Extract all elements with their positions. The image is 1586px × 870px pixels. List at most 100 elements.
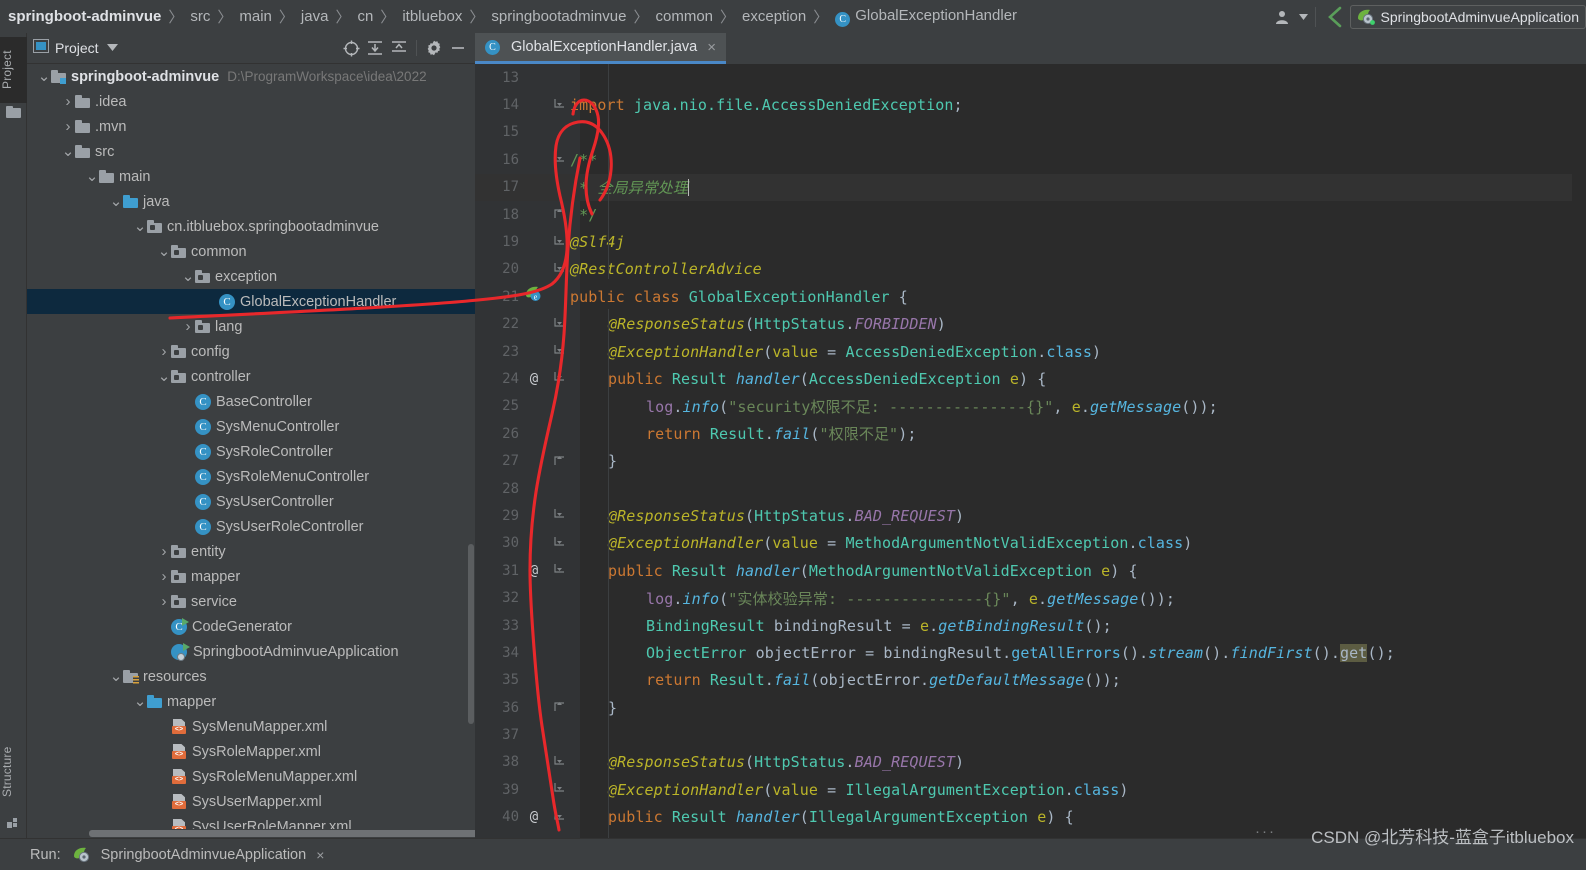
fold-start-marker[interactable] [553, 508, 565, 523]
project-tree-vscrollbar[interactable] [467, 64, 475, 838]
tree-item[interactable]: SpringbootAdminvueApplication [27, 639, 475, 664]
tree-item[interactable]: ⌄ cn.itbluebox.springbootadminvue [27, 214, 475, 239]
chevron-right-icon[interactable]: › [157, 568, 171, 585]
code-view[interactable]: 13 14 import java.nio.file.AccessDeniedExc… [475, 64, 1586, 838]
fold-start-marker[interactable] [553, 563, 565, 578]
code-line[interactable]: 36} [475, 694, 1586, 721]
code-line[interactable]: 35 return Result.fail(objectError.getDefa… [475, 667, 1586, 694]
sidebar-tab-project[interactable]: Project [0, 37, 27, 103]
chevron-down-icon[interactable] [1297, 0, 1311, 33]
tree-item[interactable]: › .mvn [27, 114, 475, 139]
code-line[interactable]: 14 import java.nio.file.AccessDeniedExcep… [475, 91, 1586, 118]
code-line[interactable]: 34 ObjectError objectError = bindingResul… [475, 639, 1586, 666]
override-annotation-icon[interactable]: @ [523, 809, 545, 825]
code-line[interactable]: 23 @ExceptionHandler(value = AccessDenied… [475, 338, 1586, 365]
breadcrumb-item-itbluebox[interactable]: itbluebox [402, 8, 462, 26]
code-line[interactable]: 13 [475, 64, 1586, 91]
chevron-down-icon[interactable]: ⌄ [157, 244, 171, 259]
code-line[interactable]: 26 return Result.fail("权限不足"); [475, 420, 1586, 447]
spring-bean-icon[interactable]: e [523, 286, 545, 307]
tree-item[interactable]: › config [27, 339, 475, 364]
tree-item[interactable]: ⌄ exception [27, 264, 475, 289]
fold-start-marker[interactable] [553, 344, 565, 359]
tree-item[interactable]: C CodeGenerator [27, 614, 475, 639]
fold-end-marker[interactable] [553, 454, 565, 469]
code-line[interactable]: 17 * 全局异常处理 [475, 173, 1586, 201]
back-arrow-icon[interactable] [1320, 0, 1350, 33]
tree-item[interactable]: ⌄ common [27, 239, 475, 264]
settings-gear-icon[interactable] [423, 37, 445, 59]
project-tree[interactable]: ⌄ springboot-adminvue D:\ProgramWorkspace\… [27, 63, 475, 838]
breadcrumb-item-main[interactable]: main [239, 8, 272, 26]
fold-start-marker[interactable] [553, 317, 565, 332]
tree-item-selected[interactable]: C GlobalExceptionHandler [27, 289, 475, 314]
breadcrumb-item-common[interactable]: common [655, 8, 713, 26]
code-line[interactable]: 24 @ public Result handler(AccessDeniedExc… [475, 365, 1586, 392]
tree-item[interactable]: C BaseController [27, 389, 475, 414]
fold-start-marker[interactable] [553, 536, 565, 551]
chevron-down-icon[interactable]: ⌄ [133, 694, 147, 709]
tree-item[interactable]: ⌄ springboot-adminvue D:\ProgramWorkspace\… [27, 64, 475, 89]
chevron-right-icon[interactable]: › [61, 93, 75, 110]
run-configuration-widget[interactable]: SpringbootAdminvueApplication [1349, 4, 1586, 29]
chevron-down-icon[interactable] [106, 43, 118, 53]
breadcrumb-item-java[interactable]: java [301, 8, 329, 26]
fold-start-marker[interactable] [553, 235, 565, 250]
tree-item[interactable]: › .idea [27, 89, 475, 114]
fold-start-marker[interactable] [553, 98, 565, 113]
close-icon[interactable]: × [707, 39, 716, 56]
expand-all-icon[interactable] [364, 37, 386, 59]
code-line[interactable]: 15 [475, 119, 1586, 146]
breadcrumb-item-springboot-adminvue[interactable]: springboot-adminvue [8, 8, 161, 26]
code-line[interactable]: 25 log.info("security权限不足: --------------… [475, 393, 1586, 420]
code-line[interactable]: 29 @ResponseStatus(HttpStatus.BAD_REQUEST… [475, 502, 1586, 529]
fold-end-marker[interactable] [553, 700, 565, 715]
chevron-down-icon[interactable]: ⌄ [61, 144, 75, 159]
tree-item[interactable]: ⌄ mapper [27, 689, 475, 714]
code-line[interactable]: 32 log.info("实体校验异常: ---------------{}", … [475, 584, 1586, 611]
code-line[interactable]: 30 @ExceptionHandler(value = MethodArgume… [475, 530, 1586, 557]
tree-item[interactable]: ⌄ java [27, 189, 475, 214]
tree-item[interactable]: <> SysRoleMenuMapper.xml [27, 764, 475, 789]
tree-item[interactable]: › entity [27, 539, 475, 564]
chevron-right-icon[interactable]: › [157, 543, 171, 560]
chevron-right-icon[interactable]: › [61, 118, 75, 135]
tree-item[interactable]: › lang [27, 314, 475, 339]
chevron-down-icon[interactable]: ⌄ [85, 169, 99, 184]
tree-item[interactable]: <> SysRoleMapper.xml [27, 739, 475, 764]
close-icon[interactable]: × [316, 847, 324, 863]
tree-item[interactable]: ⌄ resources [27, 664, 475, 689]
tree-item[interactable]: <> SysUserMapper.xml [27, 789, 475, 814]
code-line[interactable]: 16 /** [475, 146, 1586, 173]
override-annotation-icon[interactable]: @ [523, 371, 545, 387]
run-tab-label[interactable]: SpringbootAdminvueApplication [101, 847, 307, 863]
collapse-all-icon[interactable] [388, 37, 410, 59]
breadcrumb-item-src[interactable]: src [190, 8, 210, 26]
code-line[interactable]: 33 BindingResult bindingResult = e.getBin… [475, 612, 1586, 639]
chevron-right-icon[interactable]: › [157, 593, 171, 610]
chevron-down-icon[interactable]: ⌄ [133, 219, 147, 234]
chevron-down-icon[interactable]: ⌄ [109, 194, 123, 209]
breadcrumb-item-cn[interactable]: cn [357, 8, 373, 26]
fold-end-marker[interactable] [553, 207, 565, 222]
breadcrumb-item-exception[interactable]: exception [742, 8, 806, 26]
chevron-down-icon[interactable]: ⌄ [37, 69, 51, 84]
tree-item[interactable]: › mapper [27, 564, 475, 589]
code-line[interactable]: 22 @ResponseStatus(HttpStatus.FORBIDDEN) [475, 311, 1586, 338]
fold-start-marker[interactable] [553, 782, 565, 797]
chevron-right-icon[interactable]: › [157, 343, 171, 360]
fold-start-marker[interactable] [553, 810, 565, 825]
breadcrumb-item-globalexceptionhandler[interactable]: C GlobalExceptionHandler [835, 7, 1017, 27]
code-line[interactable]: 28 [475, 475, 1586, 502]
chevron-right-icon[interactable]: › [181, 318, 195, 335]
project-tree-hscrollbar[interactable] [27, 829, 475, 838]
code-line[interactable]: 37 [475, 721, 1586, 748]
tree-item[interactable]: C SysUserRoleController [27, 514, 475, 539]
code-content[interactable]: 13 14 import java.nio.file.AccessDeniedExc… [475, 64, 1586, 838]
select-opened-file-icon[interactable] [340, 37, 362, 59]
tree-item[interactable]: › service [27, 589, 475, 614]
tree-item[interactable]: ⌄ src [27, 139, 475, 164]
chevron-down-icon[interactable]: ⌄ [157, 369, 171, 384]
chevron-down-icon[interactable]: ⌄ [109, 669, 123, 684]
sidebar-tab-structure[interactable]: Structure [0, 733, 27, 811]
